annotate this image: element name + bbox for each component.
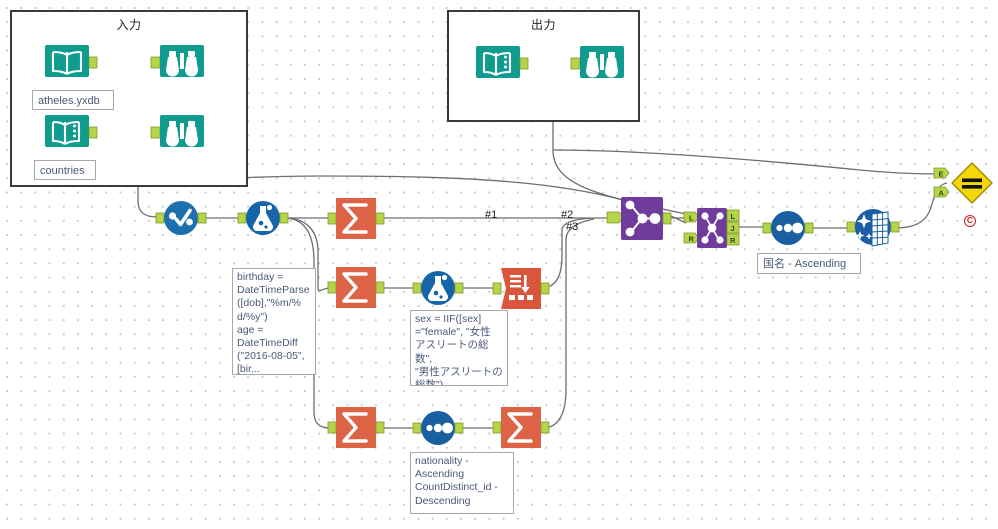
input-port — [237, 212, 247, 224]
input-port — [492, 421, 502, 434]
input-port — [327, 212, 337, 225]
summarize-tool-3[interactable] — [327, 407, 385, 449]
connection-order-label-1: #1 — [485, 209, 498, 221]
binoculars-icon — [160, 115, 204, 147]
sigma-icon — [501, 407, 541, 448]
output-port — [890, 221, 900, 233]
formula-tool-age[interactable] — [237, 199, 289, 239]
input-port — [150, 126, 161, 139]
data-cleansing-tool[interactable] — [846, 207, 900, 249]
join-right-input-port: R — [683, 232, 700, 244]
open-book-list-icon — [476, 46, 520, 78]
join-node-icon — [697, 208, 727, 248]
sparkle-grid-icon — [855, 209, 891, 247]
annotation-sort-nationality: nationality - Ascending CountDistinct_id… — [410, 452, 514, 514]
annotation-formula-birthday-age: birthday = DateTimeParse ([dob],"%m/% d/… — [232, 268, 316, 375]
output-port — [375, 421, 385, 434]
svg-text:J: J — [731, 224, 735, 233]
input-data-tool-athletes[interactable] — [45, 41, 98, 85]
union-node-icon — [621, 197, 663, 240]
output-port — [662, 212, 672, 225]
sort-tool-country[interactable] — [762, 209, 814, 249]
annotation-countries-file: countries — [34, 160, 96, 180]
input-port — [762, 222, 772, 234]
output-port — [540, 421, 550, 434]
output-port — [88, 56, 98, 69]
open-book-icon — [45, 45, 89, 77]
input-port — [412, 282, 422, 294]
svg-text:R: R — [689, 234, 695, 243]
binoculars-icon — [160, 45, 204, 77]
checkmark-circle-icon — [164, 201, 198, 235]
annotation-formula-sex: sex = IIF([sex] ="female", "女性 アスリートの総数"… — [410, 310, 508, 386]
join-left-input-port: L — [683, 211, 700, 223]
summarize-tool-2[interactable] — [327, 267, 385, 309]
output-port — [804, 222, 814, 234]
input-port — [155, 212, 165, 224]
input-port — [327, 421, 337, 434]
sigma-icon — [336, 407, 376, 448]
join-tool[interactable]: L R L J R — [682, 206, 742, 250]
flask-icon — [421, 271, 455, 305]
svg-text:E: E — [939, 169, 944, 178]
input-data-tool-countries[interactable] — [45, 111, 98, 155]
sigma-icon — [336, 198, 376, 239]
input-data-tool-output[interactable] — [476, 42, 529, 86]
sort-tool-nationality[interactable] — [412, 409, 464, 449]
annotation-athletes-file: atheles.yxdb — [32, 90, 114, 110]
workflow-canvas[interactable]: 入力 出力 L R L J R E A C atheles.yxdb count… — [0, 0, 998, 529]
output-port — [197, 212, 207, 224]
transpose-tool[interactable] — [492, 268, 550, 309]
output-port — [375, 212, 385, 225]
svg-text:A: A — [939, 188, 945, 197]
input-port — [492, 282, 502, 295]
svg-text:R: R — [730, 236, 736, 245]
svg-text:L: L — [689, 213, 694, 222]
join-l-output-port: L — [726, 209, 740, 222]
open-book-list-icon — [45, 115, 89, 147]
input-port — [150, 56, 161, 69]
summarize-tool-1[interactable] — [327, 198, 385, 240]
sigma-icon — [336, 267, 376, 308]
browse-tool-countries[interactable] — [150, 111, 204, 155]
output-port — [454, 282, 464, 294]
output-port — [454, 422, 464, 434]
formula-tool-sex[interactable] — [412, 269, 464, 309]
join-j-output-port: J — [726, 221, 740, 234]
input-port — [570, 57, 581, 70]
connection-order-label-2: #2 — [561, 209, 574, 221]
three-dots-circle-icon — [421, 411, 455, 445]
test-tool[interactable]: E A — [933, 160, 995, 222]
equals-diamond-icon — [951, 162, 993, 204]
binoculars-icon — [580, 46, 624, 78]
browse-tool-output[interactable] — [570, 42, 624, 86]
select-tool[interactable] — [155, 199, 207, 239]
input-port — [412, 422, 422, 434]
output-port — [540, 282, 550, 295]
join-r-output-port: R — [726, 233, 740, 246]
union-tool[interactable] — [605, 197, 673, 241]
container-title-output: 出力 — [530, 18, 556, 32]
annotation-sort-country-name: 国名 - Ascending — [757, 253, 861, 274]
container-title-input: 入力 — [116, 18, 142, 32]
browse-tool-athletes[interactable] — [150, 41, 204, 85]
flask-icon — [246, 201, 280, 235]
connection-order-label-3: #3 — [566, 221, 579, 233]
svg-text:L: L — [731, 212, 736, 221]
input-port — [846, 221, 856, 233]
test-tool-error-badge[interactable]: C — [964, 215, 976, 227]
output-port — [375, 281, 385, 294]
input-port — [327, 281, 337, 294]
summarize-tool-4[interactable] — [492, 407, 550, 449]
output-port — [279, 212, 289, 224]
test-e-input-port: E — [933, 167, 950, 179]
output-port — [519, 57, 529, 70]
three-dots-circle-icon — [771, 211, 805, 245]
test-a-input-port: A — [933, 186, 950, 198]
transpose-icon — [501, 268, 541, 309]
output-port — [88, 126, 98, 139]
